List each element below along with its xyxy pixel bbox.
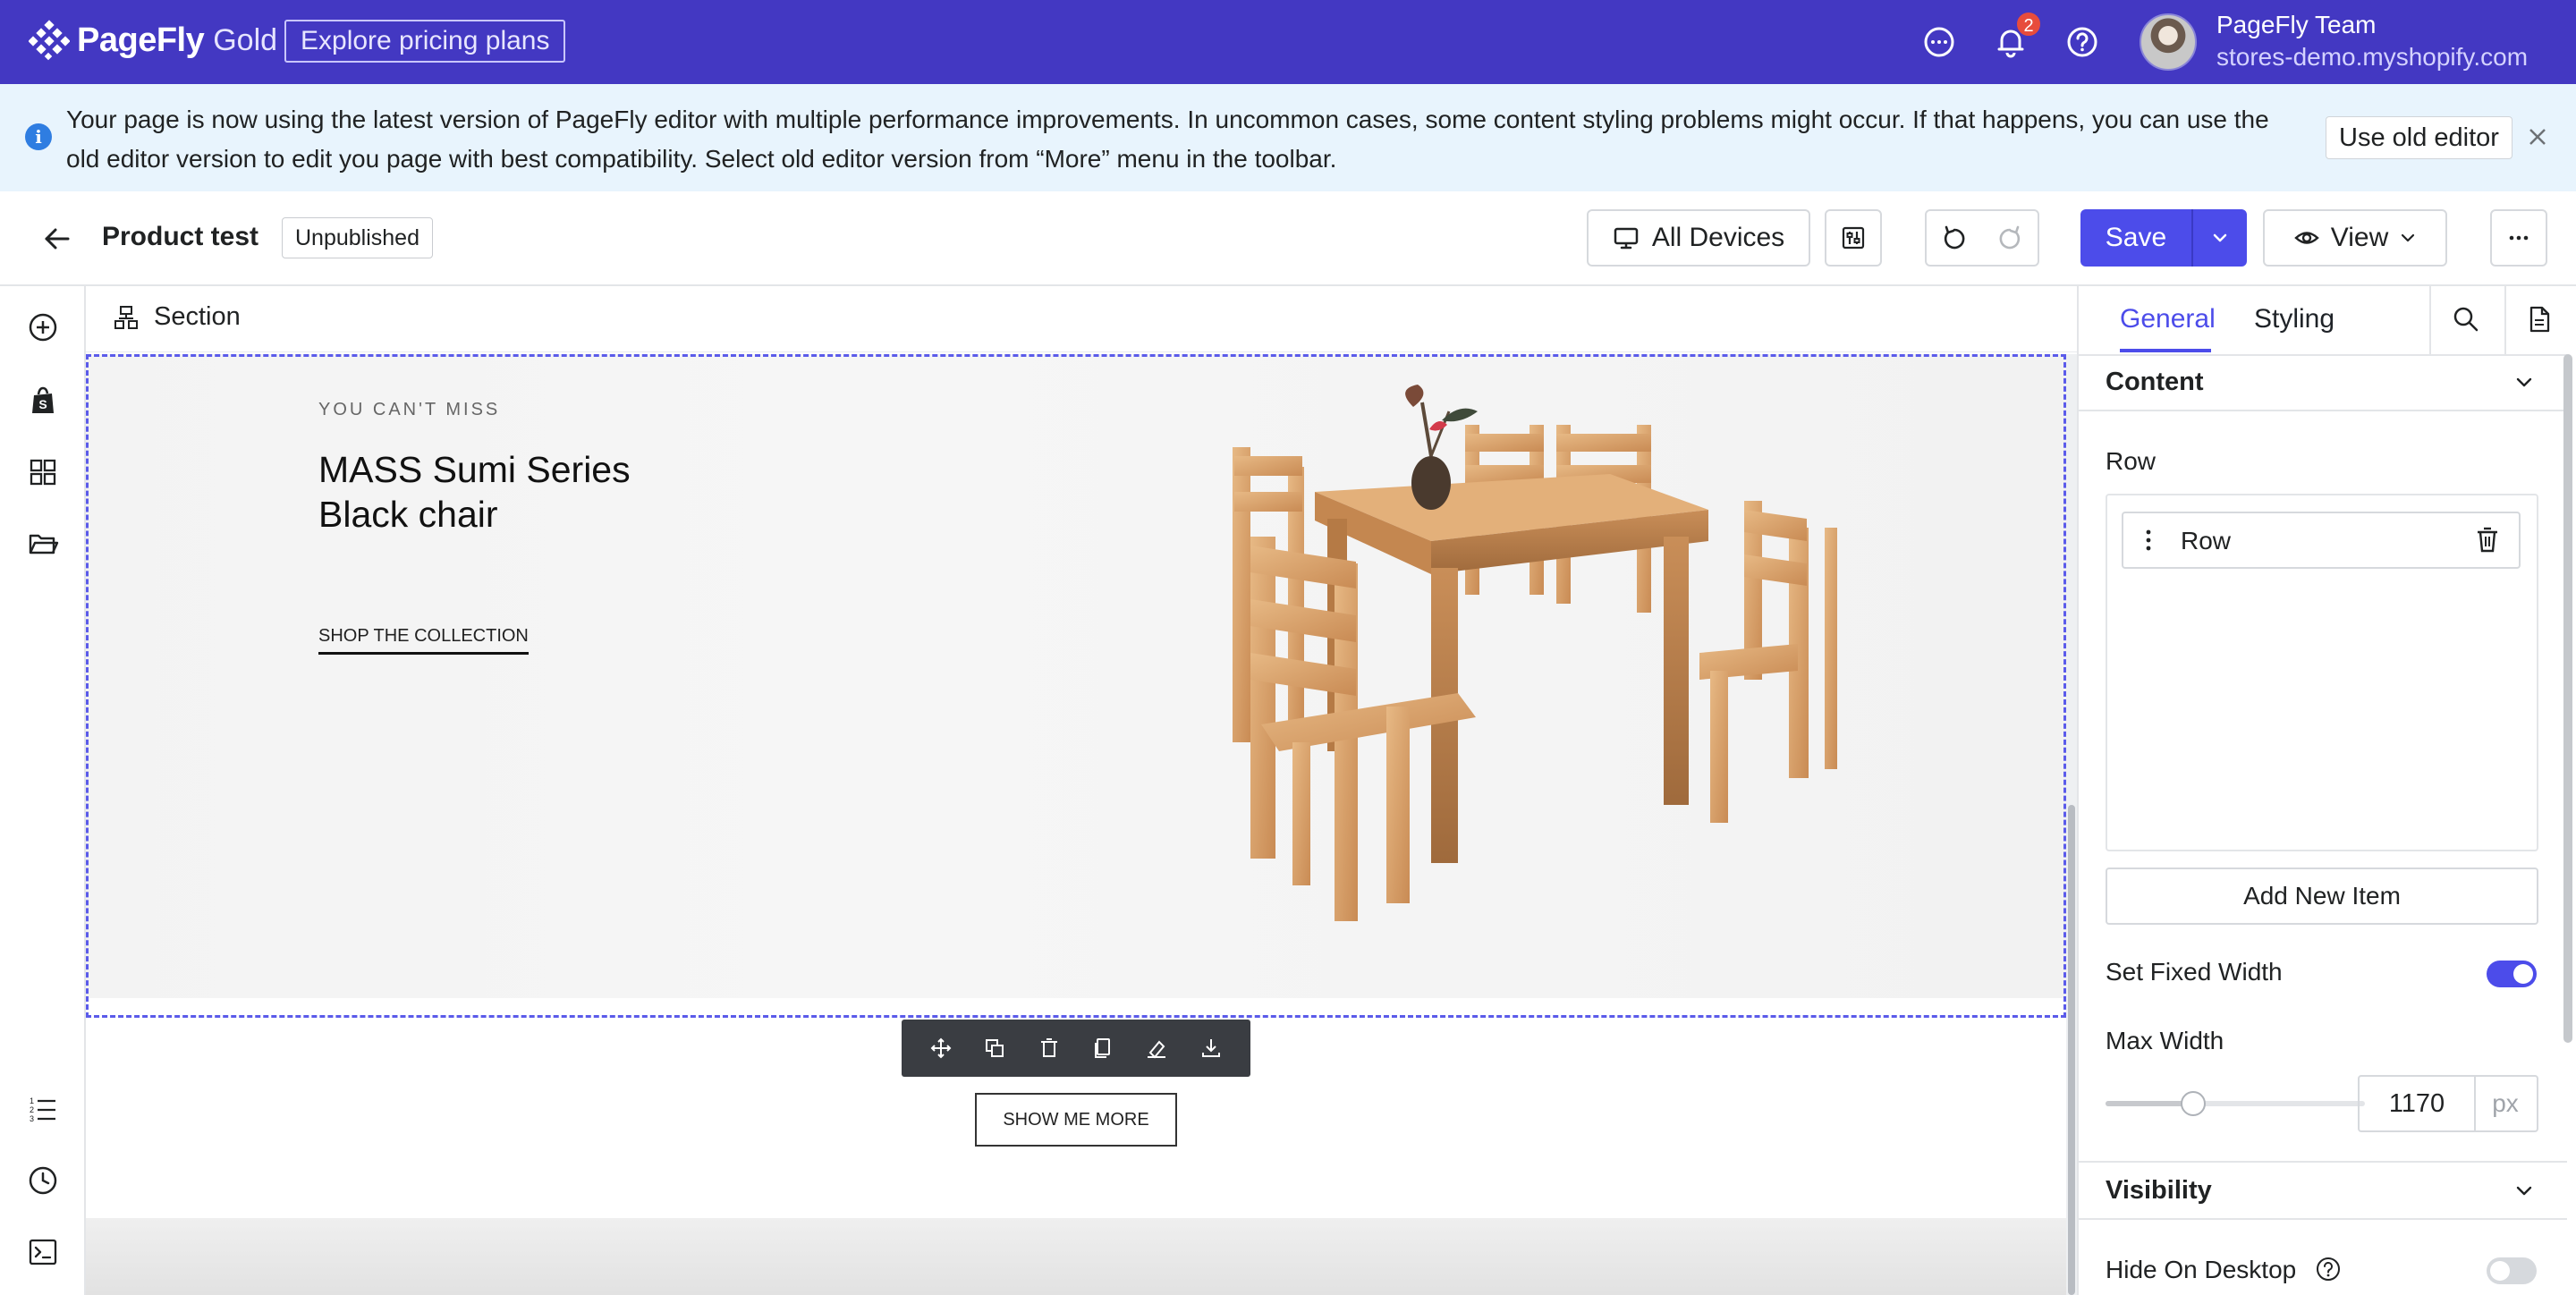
- svg-text:2: 2: [30, 1105, 34, 1114]
- tab-divider: [2504, 286, 2506, 354]
- avatar[interactable]: [2140, 13, 2197, 71]
- next-section-preview[interactable]: [86, 1218, 2066, 1295]
- visibility-heading[interactable]: Visibility: [2106, 1176, 2212, 1206]
- sliders-icon: [1842, 226, 1865, 250]
- max-width-input[interactable]: 1170: [2358, 1075, 2476, 1132]
- panel-divider: [2079, 354, 2567, 356]
- save-button-group: Save: [2080, 209, 2247, 267]
- duplicate-icon[interactable]: [983, 1037, 1006, 1060]
- history-clock-icon[interactable]: [27, 1164, 59, 1197]
- add-new-item-button[interactable]: Add New Item: [2106, 868, 2538, 925]
- user-store: stores-demo.myshopify.com: [2216, 43, 2529, 71]
- user-name: PageFly Team: [2216, 11, 2377, 38]
- help-icon[interactable]: [2315, 1256, 2342, 1282]
- devices-label: All Devices: [1651, 223, 1785, 252]
- active-tab-indicator: [2120, 349, 2211, 352]
- panel-divider: [2079, 1218, 2567, 1220]
- page-title: Product test: [102, 222, 259, 251]
- panel-divider: [2079, 1161, 2567, 1163]
- status-badge: Unpublished: [282, 217, 433, 258]
- add-element-icon[interactable]: [27, 311, 59, 343]
- max-width-slider-fill: [2106, 1101, 2191, 1106]
- section-tree-icon: [114, 306, 138, 329]
- move-icon[interactable]: [929, 1037, 953, 1060]
- page-settings-button[interactable]: [1825, 209, 1882, 267]
- brand-tier: Gold: [213, 22, 278, 57]
- chevron-down-icon: [2402, 233, 2415, 242]
- info-icon: i: [25, 123, 52, 150]
- panel-scrollbar[interactable]: [2563, 354, 2572, 1043]
- svg-text:1: 1: [30, 1096, 34, 1105]
- undo-icon[interactable]: [1940, 224, 1969, 252]
- max-width-slider-thumb[interactable]: [2181, 1091, 2206, 1116]
- paste-style-icon[interactable]: [1145, 1037, 1168, 1060]
- canvas-scrollbar[interactable]: [2068, 805, 2075, 1295]
- max-width-label: Max Width: [2106, 1027, 2224, 1054]
- more-button[interactable]: [2490, 209, 2547, 267]
- chevron-down-icon[interactable]: [2512, 370, 2537, 395]
- desktop-icon: [1614, 227, 1639, 250]
- search-icon[interactable]: [2451, 304, 2481, 334]
- chat-icon[interactable]: [1921, 24, 1957, 60]
- document-icon[interactable]: [2524, 304, 2555, 334]
- row-field-label: Row: [2106, 447, 2157, 475]
- templates-grid-icon[interactable]: [27, 456, 59, 488]
- svg-text:3: 3: [30, 1114, 34, 1123]
- chevron-down-icon[interactable]: [2512, 1179, 2537, 1204]
- trash-icon[interactable]: [2474, 526, 2501, 554]
- help-icon[interactable]: [2064, 24, 2100, 60]
- row-item-label: Row: [2181, 527, 2232, 554]
- brand-name: PageFly: [77, 21, 205, 59]
- more-horizontal-icon: [2509, 235, 2529, 241]
- view-label: View: [2330, 223, 2389, 252]
- fixed-width-label: Set Fixed Width: [2106, 958, 2283, 986]
- download-icon[interactable]: [1199, 1037, 1223, 1060]
- copy-icon[interactable]: [1091, 1037, 1114, 1060]
- outline-list-icon[interactable]: 1 2 3: [27, 1093, 59, 1125]
- view-button[interactable]: View: [2263, 209, 2447, 267]
- drag-handle-icon[interactable]: [2140, 526, 2157, 554]
- breadcrumb[interactable]: Section: [154, 302, 241, 332]
- code-terminal-icon[interactable]: [27, 1236, 59, 1268]
- toggle-knob: [2490, 1261, 2510, 1281]
- hide-desktop-toggle[interactable]: [2487, 1257, 2537, 1284]
- delete-icon[interactable]: [1038, 1037, 1061, 1060]
- pagefly-logo-icon: [29, 20, 70, 61]
- folder-icon[interactable]: [27, 528, 59, 560]
- eye-icon: [2293, 232, 2319, 244]
- notification-badge: 2: [2015, 11, 2042, 38]
- close-icon[interactable]: [2524, 123, 2551, 150]
- brand-logo[interactable]: PageFly Gold: [29, 20, 277, 61]
- element-action-toolbar: [902, 1020, 1250, 1077]
- show-more-button[interactable]: SHOW ME MORE: [975, 1093, 1177, 1147]
- content-heading[interactable]: Content: [2106, 368, 2204, 397]
- redo-icon[interactable]: [1996, 224, 2024, 252]
- max-width-unit[interactable]: px: [2474, 1075, 2538, 1132]
- undo-redo-group: [1925, 209, 2039, 267]
- selected-section-outline: [86, 354, 2066, 1018]
- save-options-button[interactable]: [2191, 209, 2247, 267]
- fixed-width-toggle[interactable]: [2487, 961, 2537, 987]
- shopify-icon[interactable]: S: [27, 385, 59, 417]
- tab-general[interactable]: General: [2120, 304, 2216, 334]
- all-devices-button[interactable]: All Devices: [1587, 209, 1810, 267]
- panel-divider: [2079, 410, 2567, 411]
- tab-styling[interactable]: Styling: [2254, 304, 2334, 334]
- use-old-editor-button[interactable]: Use old editor: [2326, 116, 2512, 159]
- svg-text:S: S: [38, 397, 47, 411]
- chevron-down-icon: [2213, 233, 2227, 242]
- explore-pricing-button[interactable]: Explore pricing plans: [284, 20, 566, 63]
- tab-divider: [2429, 286, 2431, 354]
- hide-desktop-label: Hide On Desktop: [2106, 1256, 2297, 1283]
- toggle-knob: [2513, 964, 2533, 984]
- left-sidebar: [0, 286, 86, 1295]
- save-button[interactable]: Save: [2080, 209, 2191, 267]
- back-arrow-icon[interactable]: [39, 221, 75, 257]
- banner-message: Your page is now using the latest versio…: [66, 106, 2269, 173]
- section-breadcrumb-bar: [86, 286, 2077, 352]
